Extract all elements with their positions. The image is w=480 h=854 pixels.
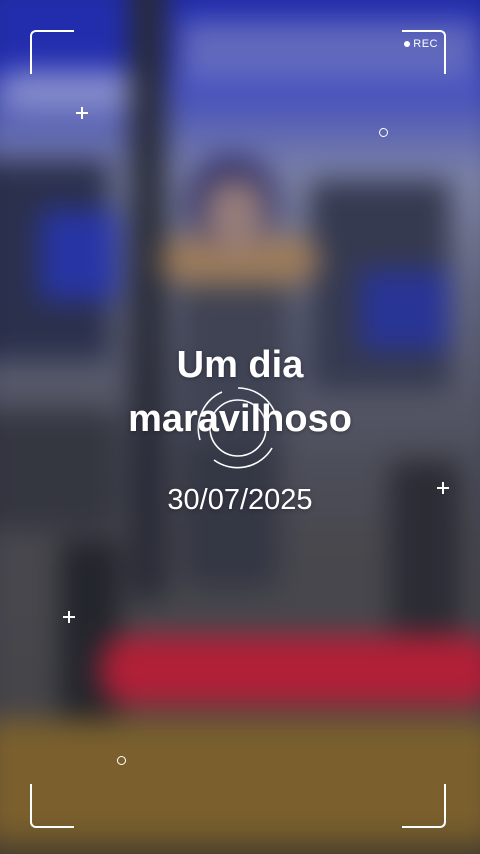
plus-icon bbox=[76, 107, 88, 119]
ring-icon bbox=[117, 756, 126, 765]
plus-icon bbox=[63, 611, 75, 623]
corner-bracket-icon bbox=[402, 784, 446, 828]
rec-dot-icon bbox=[404, 41, 411, 47]
corner-bracket-icon bbox=[30, 784, 74, 828]
caption-line-2: maravilhoso bbox=[128, 398, 352, 440]
corner-bracket-icon bbox=[30, 30, 74, 74]
rec-indicator: REC bbox=[404, 38, 438, 50]
caption-title: Um dia maravilhoso bbox=[0, 338, 480, 446]
corner-bracket-icon bbox=[402, 30, 446, 74]
rec-label: REC bbox=[413, 38, 438, 50]
caption-line-1: Um dia bbox=[176, 344, 304, 386]
ring-icon bbox=[379, 128, 388, 137]
caption-date: 30/07/2025 bbox=[167, 484, 313, 516]
story-frame: REC Um dia maravilhoso 30/07/2025 bbox=[0, 0, 480, 854]
